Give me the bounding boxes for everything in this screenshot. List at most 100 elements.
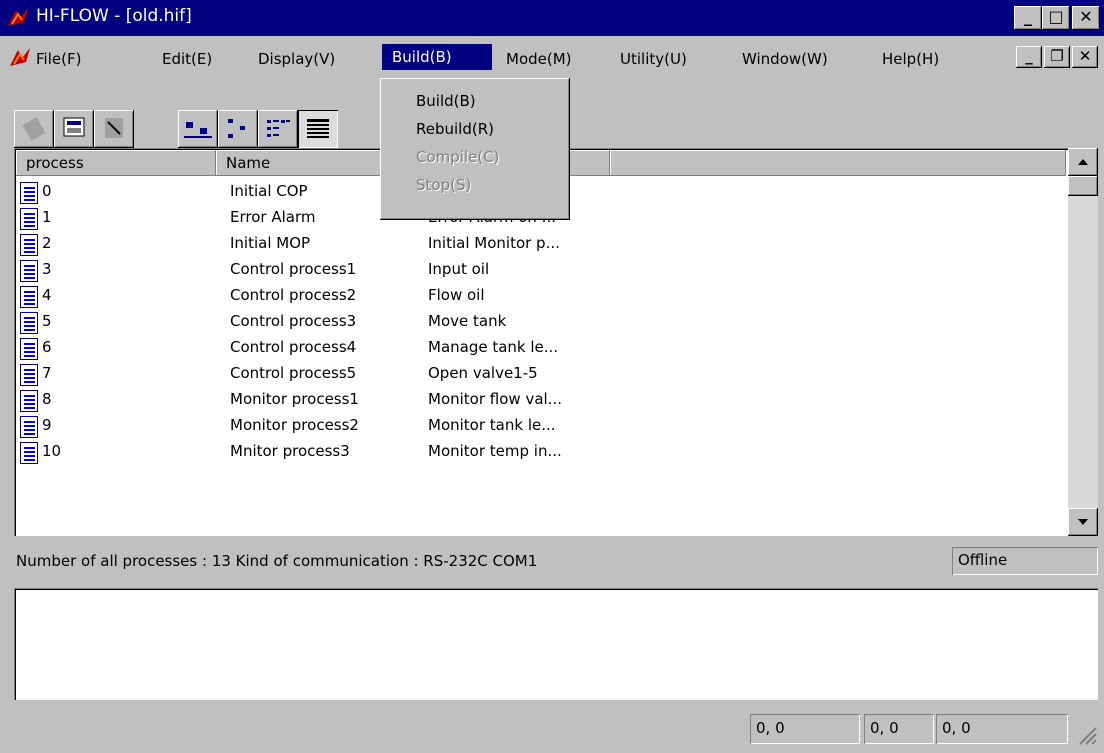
doc-minimize-button[interactable]: _ — [1016, 46, 1042, 68]
column-header-name[interactable]: Name — [216, 150, 406, 176]
vertical-scrollbar[interactable] — [1068, 148, 1098, 536]
small-icons-icon — [228, 119, 245, 138]
output-pane[interactable] — [14, 588, 1098, 700]
process-id: 0 — [42, 182, 52, 200]
menu-build[interactable]: Build(B) — [382, 44, 492, 70]
process-description: Initial Monitor p... — [428, 234, 560, 252]
build-menu-stop: Stop(S) — [416, 176, 472, 194]
process-id: 9 — [42, 416, 52, 434]
process-id: 5 — [42, 312, 52, 330]
build-menu-compile: Compile(C) — [416, 148, 500, 166]
process-description: Move tank — [428, 312, 507, 330]
list-icon — [267, 120, 290, 137]
toolbar-download-button[interactable] — [94, 110, 134, 148]
view-large-icons-button[interactable] — [178, 110, 218, 148]
title-bar[interactable]: HI-FLOW - [old.hif] _ □ ✕ — [0, 0, 1104, 36]
process-id: 6 — [42, 338, 52, 356]
resize-grip-icon[interactable] — [1074, 722, 1098, 746]
process-description: Monitor tank le... — [428, 416, 556, 434]
doc-restore-button[interactable]: ❐ — [1044, 46, 1070, 68]
process-name: Control process4 — [230, 338, 357, 356]
restore-icon: ❐ — [1050, 47, 1064, 65]
process-name: Control process1 — [230, 260, 357, 278]
list-item[interactable]: 8 Monitor process1 Monitor flow val... — [16, 386, 1066, 413]
list-item[interactable]: 5 Control process3 Move tank — [16, 308, 1066, 335]
process-id: 3 — [42, 260, 52, 278]
coord-field-2: 0, 0 — [864, 714, 934, 744]
process-description: Flow oil — [428, 286, 485, 304]
list-item[interactable]: 2 Initial MOP Initial Monitor p... — [16, 230, 1066, 257]
build-menu-build[interactable]: Build(B) — [416, 88, 476, 114]
document-icon — [20, 286, 38, 308]
upload-icon — [22, 117, 46, 141]
list-item[interactable]: 4 Control process2 Flow oil — [16, 282, 1066, 309]
process-name: Control process3 — [230, 312, 357, 330]
menu-utility[interactable]: Utility(U) — [620, 46, 728, 72]
close-button[interactable]: ✕ — [1072, 6, 1100, 30]
process-description: Monitor temp in... — [428, 442, 562, 460]
list-item[interactable]: 7 Control process5 Open valve1-5 — [16, 360, 1066, 387]
column-header-filler — [610, 150, 1066, 176]
menu-mode[interactable]: Mode(M) — [506, 46, 606, 72]
process-name: Error Alarm — [230, 208, 316, 226]
process-id: 10 — [42, 442, 62, 460]
list-item[interactable]: 10 Mnitor process3 Monitor temp in... — [16, 438, 1066, 465]
minimize-icon: _ — [1024, 7, 1032, 26]
process-name: Control process2 — [230, 286, 357, 304]
build-menu-dropdown: Build(B) Rebuild(R) Compile(C) Stop(S) — [380, 78, 570, 220]
process-id: 4 — [42, 286, 52, 304]
process-name: Monitor process2 — [230, 416, 359, 434]
close-icon: ✕ — [1078, 47, 1092, 65]
scroll-down-button[interactable] — [1068, 508, 1098, 536]
process-name: Initial COP — [230, 182, 308, 200]
minimize-icon: _ — [1025, 47, 1033, 65]
menu-edit[interactable]: Edit(E) — [162, 46, 248, 72]
document-icon — [20, 260, 38, 282]
doc-close-button[interactable]: ✕ — [1072, 46, 1098, 68]
coord-field-3: 0, 0 — [936, 714, 1068, 744]
process-description: Input oil — [428, 260, 490, 278]
process-name: Mnitor process3 — [230, 442, 350, 460]
scroll-up-button[interactable] — [1068, 148, 1098, 176]
process-description: Monitor flow val... — [428, 390, 562, 408]
menu-window[interactable]: Window(W) — [742, 46, 866, 72]
process-description: Manage tank le... — [428, 338, 559, 356]
details-icon — [307, 119, 329, 138]
scroll-thumb[interactable] — [1068, 176, 1098, 196]
connection-status: Offline — [952, 547, 1098, 575]
document-icon — [20, 390, 38, 412]
view-small-icons-button[interactable] — [218, 110, 258, 148]
large-icons-icon — [184, 122, 212, 138]
document-icon — [20, 442, 38, 464]
close-icon: ✕ — [1079, 7, 1093, 26]
window-title: HI-FLOW - [old.hif] — [36, 6, 192, 26]
toolbar-upload-button[interactable] — [14, 110, 54, 148]
process-summary-text: Number of all processes : 13 Kind of com… — [16, 552, 538, 570]
list-item[interactable]: 3 Control process1 Input oil — [16, 256, 1066, 283]
process-name: Control process5 — [230, 364, 357, 382]
menu-file[interactable]: File(F) — [36, 46, 146, 72]
document-icon — [20, 364, 38, 386]
process-id: 1 — [42, 208, 52, 226]
menu-help[interactable]: Help(H) — [882, 46, 962, 72]
download-icon — [105, 118, 123, 138]
monitor-icon — [63, 117, 85, 137]
build-menu-rebuild[interactable]: Rebuild(R) — [416, 116, 494, 142]
maximize-button[interactable]: □ — [1042, 6, 1070, 30]
process-id: 8 — [42, 390, 52, 408]
document-icon — [20, 208, 38, 230]
app-logo-icon — [6, 6, 30, 28]
menu-display[interactable]: Display(V) — [258, 46, 374, 72]
column-header-process[interactable]: process — [16, 150, 216, 176]
view-details-button[interactable] — [298, 110, 338, 148]
toolbar-monitor-button[interactable] — [54, 110, 94, 148]
process-name: Monitor process1 — [230, 390, 359, 408]
list-item[interactable]: 6 Control process4 Manage tank le... — [16, 334, 1066, 361]
process-id: 7 — [42, 364, 52, 382]
view-list-button[interactable] — [258, 110, 298, 148]
process-name: Initial MOP — [230, 234, 311, 252]
document-icon — [20, 234, 38, 256]
minimize-button[interactable]: _ — [1014, 6, 1042, 30]
document-logo-icon — [8, 46, 32, 68]
list-item[interactable]: 9 Monitor process2 Monitor tank le... — [16, 412, 1066, 439]
